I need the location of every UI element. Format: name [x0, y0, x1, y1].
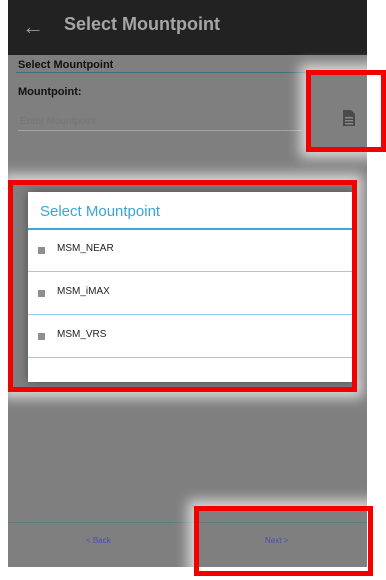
top-app-bar: ← Select Mountpoint	[8, 0, 367, 55]
highlight-mountpoint-dialog	[8, 180, 357, 392]
mountpoint-label: Mountpoint:	[18, 86, 82, 98]
page-title: Select Mountpoint	[64, 14, 220, 34]
section-title: Select Mountpoint	[18, 59, 114, 71]
highlight-browse-button	[306, 70, 386, 152]
mountpoint-input[interactable]	[18, 112, 302, 131]
back-button[interactable]: < Back	[86, 536, 111, 545]
highlight-next-button	[194, 506, 373, 576]
arrow-left-icon[interactable]: ←	[22, 12, 46, 42]
